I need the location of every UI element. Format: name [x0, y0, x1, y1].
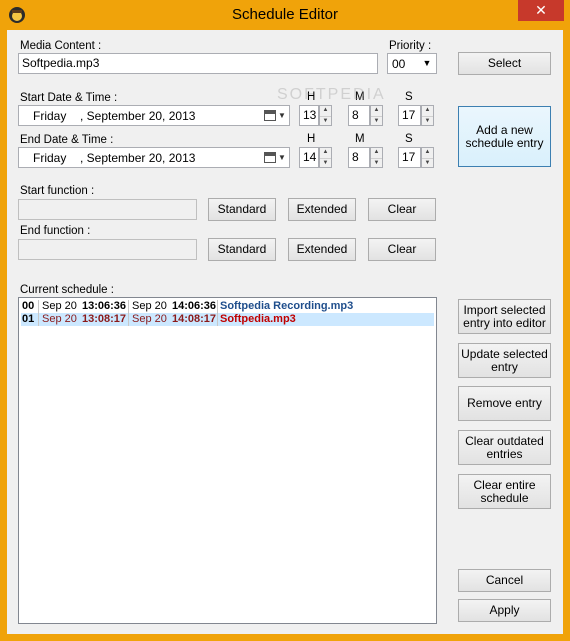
- close-button[interactable]: ✕: [518, 0, 564, 21]
- end-hour-label: H: [307, 133, 316, 145]
- chevron-down-icon: ▼: [422, 58, 432, 68]
- up-arrow-icon[interactable]: ▲: [422, 148, 433, 158]
- chevron-down-icon[interactable]: ▼: [278, 153, 286, 163]
- add-entry-button[interactable]: Add a new schedule entry: [458, 106, 551, 167]
- end-date: , September 20, 2013: [80, 151, 196, 165]
- entry-start-time: 13:08:17: [82, 313, 127, 325]
- end-function-field: [18, 239, 197, 260]
- end-clear-button[interactable]: Clear: [368, 238, 436, 261]
- schedule-list[interactable]: 00 Sep 20 13:06:36 Sep 20 14:06:36 Softp…: [18, 297, 437, 624]
- entry-end-date: Sep 20: [132, 300, 167, 312]
- end-hour-input[interactable]: 14: [299, 147, 319, 168]
- cancel-button[interactable]: Cancel: [458, 569, 551, 592]
- start-day: Friday: [33, 109, 67, 123]
- window-title: Schedule Editor: [232, 6, 338, 23]
- end-second-input[interactable]: 17: [398, 147, 421, 168]
- schedule-editor-window: Schedule Editor ✕ Media Content : Softpe…: [0, 0, 570, 641]
- entry-name: Softpedia Recording.mp3: [220, 300, 354, 312]
- start-second-input[interactable]: 17: [398, 105, 421, 126]
- end-date-picker[interactable]: Friday , September 20, 2013 ▼: [18, 147, 290, 168]
- start-minute-input[interactable]: 8: [348, 105, 370, 126]
- start-second-spinner[interactable]: ▲ ▼: [421, 105, 434, 126]
- current-schedule-label: Current schedule :: [20, 284, 114, 296]
- remove-entry-button[interactable]: Remove entry: [458, 386, 551, 421]
- down-arrow-icon[interactable]: ▼: [371, 157, 382, 168]
- end-minute-label: M: [355, 133, 365, 145]
- up-arrow-icon[interactable]: ▲: [371, 148, 382, 158]
- end-hour-spinner[interactable]: ▲ ▼: [319, 147, 332, 168]
- entry-start-date: Sep 20: [42, 300, 77, 312]
- calendar-icon[interactable]: [264, 110, 276, 121]
- entry-name: Softpedia.mp3: [220, 313, 296, 325]
- entry-id: 00: [22, 300, 35, 312]
- down-arrow-icon[interactable]: ▼: [422, 115, 433, 126]
- start-function-field: [18, 199, 197, 220]
- down-arrow-icon[interactable]: ▼: [320, 115, 331, 126]
- start-date: , September 20, 2013: [80, 109, 196, 123]
- list-item-selected[interactable]: 01 Sep 20 13:08:17 Sep 20 14:08:17 Softp…: [21, 313, 434, 326]
- end-function-label: End function :: [20, 225, 91, 237]
- end-standard-button[interactable]: Standard: [208, 238, 276, 261]
- end-day: Friday: [33, 151, 67, 165]
- start-hour-input[interactable]: 13: [299, 105, 319, 126]
- priority-select[interactable]: 00 ▼: [387, 53, 437, 74]
- priority-label: Priority :: [389, 40, 432, 52]
- entry-start-time: 13:06:36: [82, 300, 127, 312]
- dialog-body: Media Content : Softpedia.mp3 Priority :…: [7, 30, 563, 634]
- apply-button[interactable]: Apply: [458, 599, 551, 622]
- media-content-label: Media Content :: [20, 40, 102, 52]
- list-item[interactable]: 00 Sep 20 13:06:36 Sep 20 14:06:36 Softp…: [21, 300, 434, 313]
- end-minute-spinner[interactable]: ▲ ▼: [370, 147, 383, 168]
- down-arrow-icon[interactable]: ▼: [371, 115, 382, 126]
- start-function-label: Start function :: [20, 185, 95, 197]
- start-standard-button[interactable]: Standard: [208, 198, 276, 221]
- chevron-down-icon[interactable]: ▼: [278, 111, 286, 121]
- title-bar[interactable]: Schedule Editor ✕: [0, 0, 570, 30]
- priority-value: 00: [392, 57, 406, 71]
- import-entry-button[interactable]: Import selected entry into editor: [458, 299, 551, 334]
- clear-entire-schedule-button[interactable]: Clear entire schedule: [458, 474, 551, 509]
- media-content-field[interactable]: Softpedia.mp3: [18, 53, 378, 74]
- up-arrow-icon[interactable]: ▲: [371, 106, 382, 116]
- start-minute-spinner[interactable]: ▲ ▼: [370, 105, 383, 126]
- up-arrow-icon[interactable]: ▲: [422, 106, 433, 116]
- end-extended-button[interactable]: Extended: [288, 238, 356, 261]
- up-arrow-icon[interactable]: ▲: [320, 148, 331, 158]
- clear-outdated-button[interactable]: Clear outdated entries: [458, 430, 551, 465]
- entry-end-time: 14:06:36: [172, 300, 217, 312]
- watermark: SOFTPEDIA: [277, 86, 386, 103]
- entry-id: 01: [22, 313, 35, 325]
- calendar-icon[interactable]: [264, 152, 276, 163]
- start-date-picker[interactable]: Friday , September 20, 2013 ▼: [18, 105, 290, 126]
- down-arrow-icon[interactable]: ▼: [320, 157, 331, 168]
- entry-end-time: 14:08:17: [172, 313, 217, 325]
- select-button[interactable]: Select: [458, 52, 551, 75]
- end-datetime-label: End Date & Time :: [20, 134, 114, 146]
- start-extended-button[interactable]: Extended: [288, 198, 356, 221]
- update-entry-button[interactable]: Update selected entry: [458, 343, 551, 378]
- end-second-spinner[interactable]: ▲ ▼: [421, 147, 434, 168]
- end-minute-input[interactable]: 8: [348, 147, 370, 168]
- start-datetime-label: Start Date & Time :: [20, 92, 118, 104]
- start-clear-button[interactable]: Clear: [368, 198, 436, 221]
- start-second-label: S: [405, 91, 413, 103]
- down-arrow-icon[interactable]: ▼: [422, 157, 433, 168]
- start-hour-spinner[interactable]: ▲ ▼: [319, 105, 332, 126]
- end-second-label: S: [405, 133, 413, 145]
- entry-end-date: Sep 20: [132, 313, 167, 325]
- entry-start-date: Sep 20: [42, 313, 77, 325]
- up-arrow-icon[interactable]: ▲: [320, 106, 331, 116]
